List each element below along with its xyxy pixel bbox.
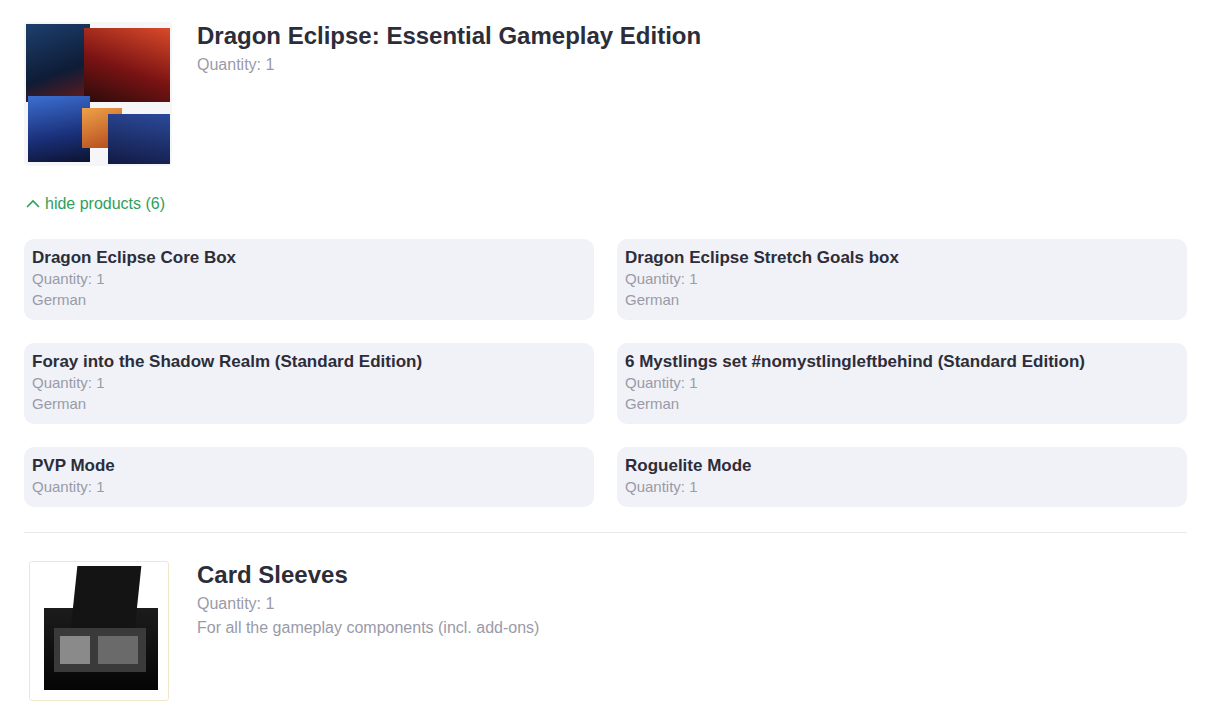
toggle-products-link[interactable]: hide products (6)	[24, 194, 165, 214]
included-product-quantity: Quantity: 1	[32, 476, 586, 497]
toggle-label[interactable]: hide products (6)	[45, 194, 165, 214]
product: Card Sleeves Quantity: 1 For all the gamep…	[24, 561, 1187, 701]
included-product-title: Dragon Eclipse Core Box	[32, 248, 586, 268]
included-product-card: PVP ModeQuantity: 1	[24, 447, 594, 507]
included-product-card: Roguelite ModeQuantity: 1	[617, 447, 1187, 507]
product-image	[24, 22, 172, 166]
included-product-title: 6 Mystlings set #nomystlingleftbehind (S…	[625, 352, 1179, 372]
included-product-card: Dragon Eclipse Stretch Goals boxQuantity…	[617, 239, 1187, 320]
product-thumb	[24, 561, 172, 701]
included-product-card: Dragon Eclipse Core BoxQuantity: 1German	[24, 239, 594, 320]
product-image	[29, 561, 169, 701]
product-title: Card Sleeves	[197, 561, 539, 589]
included-product-card: Foray into the Shadow Realm (Standard Ed…	[24, 343, 594, 424]
included-product-title: Foray into the Shadow Realm (Standard Ed…	[32, 352, 586, 372]
included-product-quantity: Quantity: 1	[32, 372, 586, 393]
included-product-title: Dragon Eclipse Stretch Goals box	[625, 248, 1179, 268]
product-info: Dragon Eclipse: Essential Gameplay Editi…	[197, 22, 701, 75]
included-product-card: 6 Mystlings set #nomystlingleftbehind (S…	[617, 343, 1187, 424]
included-product-language: German	[32, 393, 586, 414]
chevron-up-icon	[25, 196, 41, 212]
divider	[24, 532, 1187, 533]
product-thumb	[24, 22, 172, 166]
included-product-language: German	[32, 289, 586, 310]
product-description: For all the gameplay components (incl. a…	[197, 618, 539, 638]
included-product-title: PVP Mode	[32, 456, 586, 476]
included-product-title: Roguelite Mode	[625, 456, 1179, 476]
included-product-language: German	[625, 289, 1179, 310]
included-products: Dragon Eclipse Core BoxQuantity: 1German…	[24, 239, 1187, 507]
included-product-language: German	[625, 393, 1179, 414]
included-product-quantity: Quantity: 1	[625, 372, 1179, 393]
included-product-quantity: Quantity: 1	[32, 268, 586, 289]
product-header: Card Sleeves Quantity: 1 For all the gamep…	[24, 561, 1187, 701]
included-product-quantity: Quantity: 1	[625, 476, 1179, 497]
product: Dragon Eclipse: Essential Gameplay Editi…	[24, 22, 1187, 507]
product-info: Card Sleeves Quantity: 1 For all the gamep…	[197, 561, 539, 638]
product-header: Dragon Eclipse: Essential Gameplay Editi…	[24, 22, 1187, 166]
product-quantity: Quantity: 1	[197, 55, 701, 75]
product-title: Dragon Eclipse: Essential Gameplay Editi…	[197, 22, 701, 50]
included-product-quantity: Quantity: 1	[625, 268, 1179, 289]
product-quantity: Quantity: 1	[197, 594, 539, 614]
